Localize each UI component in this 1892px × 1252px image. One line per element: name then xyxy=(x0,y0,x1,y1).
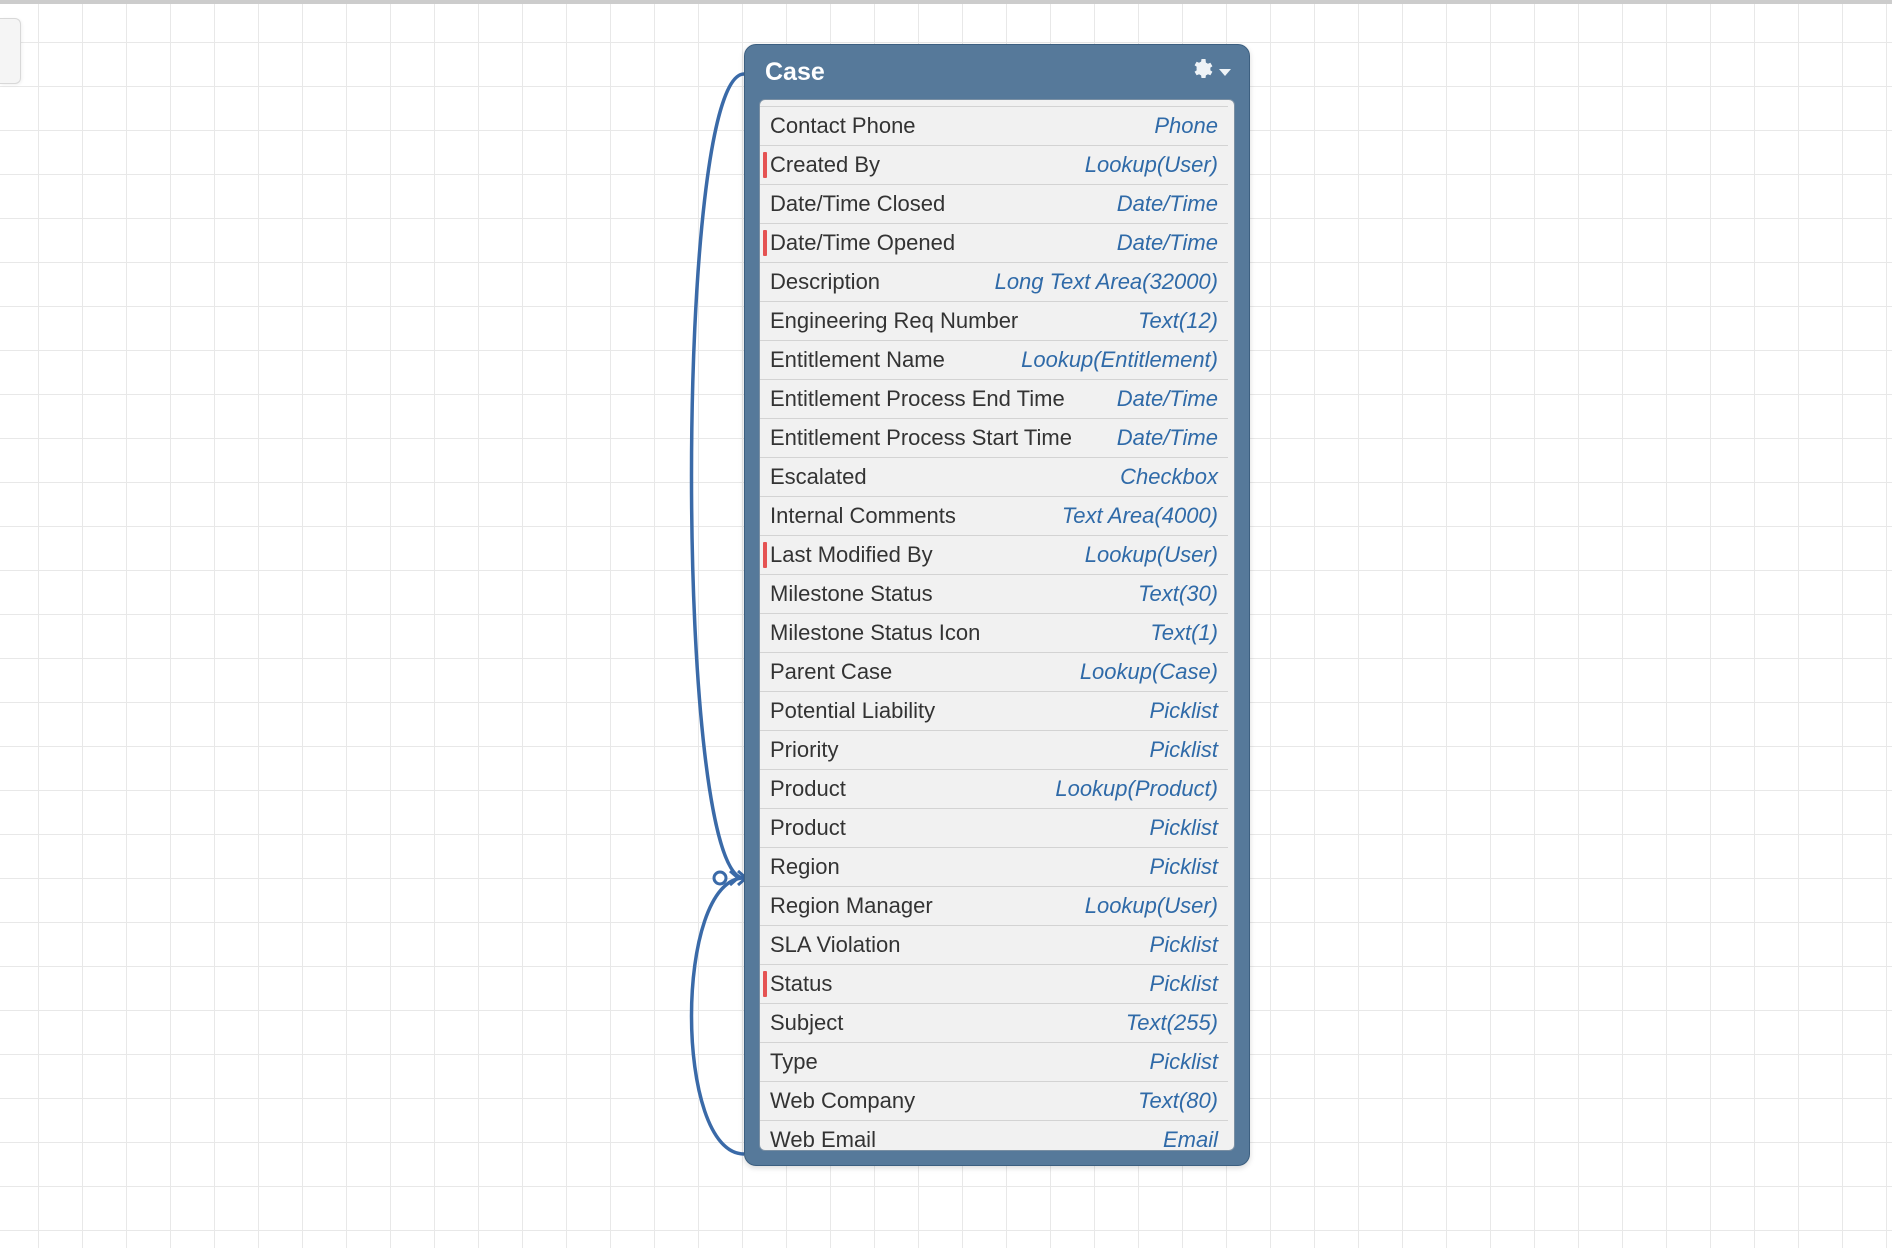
field-row[interactable]: Description Long Text Area(32000) xyxy=(760,263,1228,302)
field-row[interactable]: Created By Lookup(User) xyxy=(760,146,1228,185)
field-label: Product xyxy=(770,776,846,802)
gear-icon xyxy=(1189,57,1213,88)
object-settings-menu[interactable] xyxy=(1189,57,1231,88)
field-type: Lookup(User) xyxy=(1085,893,1218,919)
field-label: Subject xyxy=(770,1010,843,1036)
field-type: Checkbox xyxy=(1120,464,1218,490)
object-card-header[interactable]: Case xyxy=(745,45,1249,99)
field-row[interactable]: Parent Case Lookup(Case) xyxy=(760,653,1228,692)
field-type: Lookup(User) xyxy=(1085,542,1218,568)
field-type: Picklist xyxy=(1150,854,1218,880)
field-type: Text(30) xyxy=(1138,581,1218,607)
field-label: Last Modified By xyxy=(770,542,933,568)
field-type: Picklist xyxy=(1150,971,1218,997)
field-row[interactable]: Contact Phone Phone xyxy=(760,107,1228,146)
field-row[interactable]: Internal Comments Text Area(4000) xyxy=(760,497,1228,536)
schema-canvas[interactable]: Case AssetLookup(Asset)Business HoursLoo… xyxy=(0,4,1892,1248)
object-fields-scroll[interactable]: AssetLookup(Asset)Business HoursLookup(B… xyxy=(760,100,1234,1150)
field-label: Entitlement Process Start Time xyxy=(770,425,1072,451)
field-label: Parent Case xyxy=(770,659,892,685)
field-row[interactable]: Subject Text(255) xyxy=(760,1004,1228,1043)
field-row[interactable]: Product Lookup(Product) xyxy=(760,770,1228,809)
field-label: Date/Time Opened xyxy=(770,230,955,256)
field-type: Lookup(User) xyxy=(1085,152,1218,178)
field-label: Contact Phone xyxy=(770,113,916,139)
field-label: Entitlement Name xyxy=(770,347,945,373)
field-row[interactable]: Web Company Text(80) xyxy=(760,1082,1228,1121)
field-row[interactable]: Escalated Checkbox xyxy=(760,458,1228,497)
field-label: Milestone Status xyxy=(770,581,933,607)
field-type: Picklist xyxy=(1150,698,1218,724)
field-label: Product xyxy=(770,815,846,841)
field-type: Email xyxy=(1163,1127,1218,1150)
field-row[interactable]: Web Email Email xyxy=(760,1121,1228,1150)
field-label: Type xyxy=(770,1049,818,1075)
field-type: Picklist xyxy=(1150,932,1218,958)
field-row[interactable]: Type Picklist xyxy=(760,1043,1228,1082)
field-type: Lookup(Case) xyxy=(1080,659,1218,685)
field-label: Description xyxy=(770,269,880,295)
object-card-case[interactable]: Case AssetLookup(Asset)Business HoursLoo… xyxy=(744,44,1250,1166)
field-type: Lookup(Product) xyxy=(1055,776,1218,802)
field-row[interactable]: Region Picklist xyxy=(760,848,1228,887)
field-label: Status xyxy=(770,971,832,997)
field-label: Internal Comments xyxy=(770,503,956,529)
required-indicator xyxy=(763,542,767,568)
field-row[interactable]: Last Modified By Lookup(User) xyxy=(760,536,1228,575)
required-indicator xyxy=(763,230,767,256)
field-row[interactable]: Potential Liability Picklist xyxy=(760,692,1228,731)
field-type: Text(255) xyxy=(1126,1010,1218,1036)
field-row[interactable]: Priority Picklist xyxy=(760,731,1228,770)
field-label: Created By xyxy=(770,152,880,178)
field-type: Picklist xyxy=(1150,815,1218,841)
field-label: Milestone Status Icon xyxy=(770,620,980,646)
field-label: Date/Time Closed xyxy=(770,191,945,217)
field-type: Text(12) xyxy=(1138,308,1218,334)
field-row[interactable]: Product Picklist xyxy=(760,809,1228,848)
field-label: Web Email xyxy=(770,1127,876,1150)
field-row[interactable]: Engineering Req Number Text(12) xyxy=(760,302,1228,341)
field-type: Picklist xyxy=(1150,1049,1218,1075)
field-type: Date/Time xyxy=(1117,191,1218,217)
field-label: Web Company xyxy=(770,1088,915,1114)
field-type: Phone xyxy=(1154,113,1218,139)
field-type: Date/Time xyxy=(1117,386,1218,412)
field-type: Lookup(Entitlement) xyxy=(1021,347,1218,373)
field-row[interactable]: Milestone Status Text(30) xyxy=(760,575,1228,614)
field-type: Date/Time xyxy=(1117,425,1218,451)
field-type: Date/Time xyxy=(1117,230,1218,256)
field-type: Picklist xyxy=(1150,737,1218,763)
field-row[interactable]: Entitlement Process End Time Date/Time xyxy=(760,380,1228,419)
field-row[interactable]: SLA Violation Picklist xyxy=(760,926,1228,965)
required-indicator xyxy=(763,152,767,178)
field-row[interactable]: Status Picklist xyxy=(760,965,1228,1004)
field-row[interactable]: Entitlement Name Lookup(Entitlement) xyxy=(760,341,1228,380)
field-label: SLA Violation xyxy=(770,932,900,958)
field-label: Escalated xyxy=(770,464,867,490)
field-label: Region Manager xyxy=(770,893,933,919)
field-type: Long Text Area(32000) xyxy=(995,269,1218,295)
field-row[interactable]: Milestone Status Icon Text(1) xyxy=(760,614,1228,653)
left-collapsed-panel[interactable] xyxy=(0,18,21,84)
field-row[interactable]: Date/Time Opened Date/Time xyxy=(760,224,1228,263)
field-type: Text Area(4000) xyxy=(1062,503,1218,529)
required-indicator xyxy=(763,971,767,997)
field-row[interactable]: Region Manager Lookup(User) xyxy=(760,887,1228,926)
field-type: Text(80) xyxy=(1138,1088,1218,1114)
field-row[interactable]: Date/Time Closed Date/Time xyxy=(760,185,1228,224)
field-row[interactable]: Entitlement Process Start Time Date/Time xyxy=(760,419,1228,458)
field-type: Text(1) xyxy=(1150,620,1218,646)
object-card-body-wrap: AssetLookup(Asset)Business HoursLookup(B… xyxy=(759,99,1235,1151)
field-label: Entitlement Process End Time xyxy=(770,386,1065,412)
field-label: Engineering Req Number xyxy=(770,308,1018,334)
chevron-down-icon xyxy=(1219,69,1231,76)
object-title: Case xyxy=(765,58,825,87)
field-label: Region xyxy=(770,854,840,880)
field-row[interactable]: Contact NameLookup(Contact) xyxy=(760,100,1228,107)
field-label: Priority xyxy=(770,737,838,763)
field-label: Potential Liability xyxy=(770,698,935,724)
